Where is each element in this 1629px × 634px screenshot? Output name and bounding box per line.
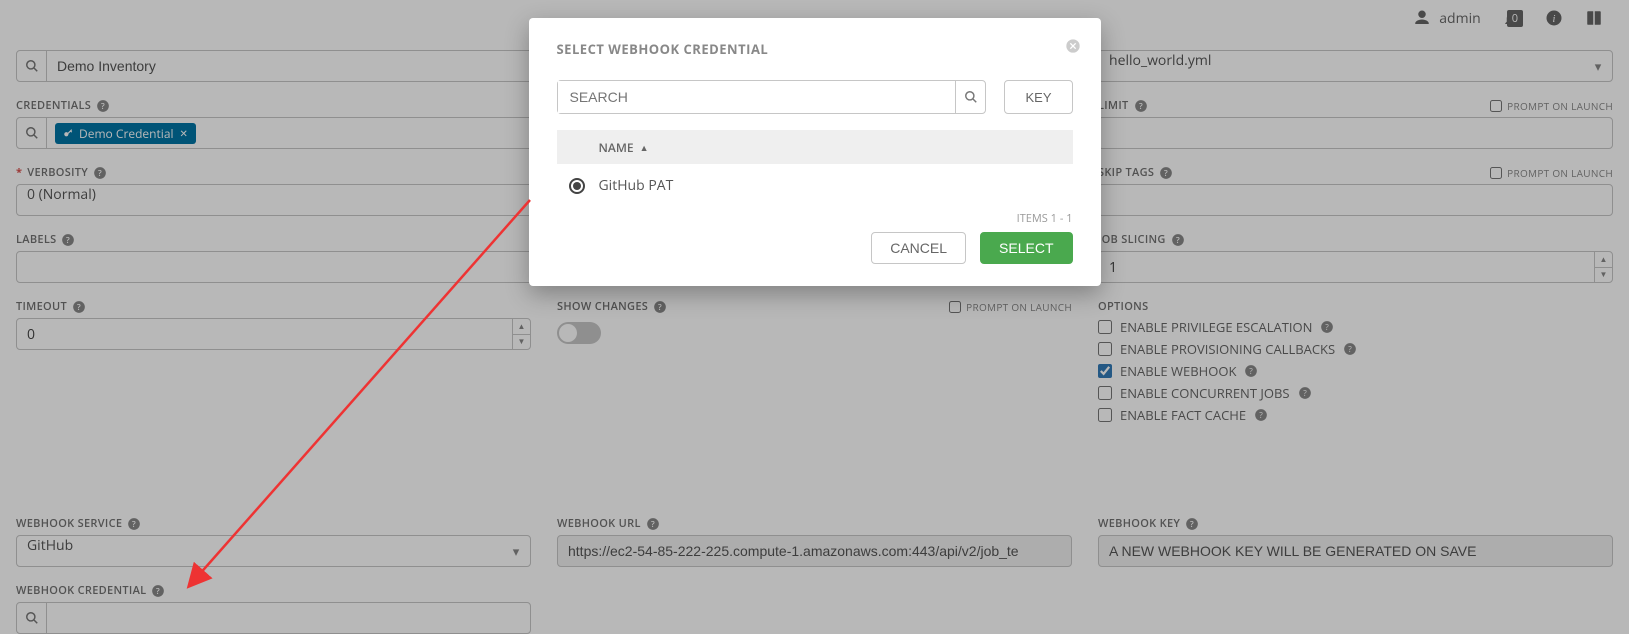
close-icon	[1065, 38, 1081, 54]
modal-table-header[interactable]: NAME ▲	[557, 130, 1073, 164]
modal-search-button[interactable]	[955, 81, 985, 113]
modal-close-button[interactable]	[1065, 38, 1081, 54]
credential-name: GitHub PAT	[599, 176, 674, 195]
modal-title: SELECT WEBHOOK CREDENTIAL	[557, 40, 1073, 58]
modal-search-input[interactable]	[558, 81, 956, 113]
name-column-header: NAME	[599, 139, 634, 156]
radio-selected-icon[interactable]	[569, 178, 585, 194]
search-icon	[964, 90, 978, 104]
sort-asc-icon: ▲	[640, 141, 649, 154]
select-button[interactable]: SELECT	[980, 232, 1072, 264]
credential-row[interactable]: GitHub PAT	[557, 164, 1073, 207]
items-count: ITEMS 1 - 1	[557, 211, 1073, 226]
select-webhook-credential-modal: SELECT WEBHOOK CREDENTIAL KEY NAME ▲ Git…	[529, 18, 1101, 286]
modal-search[interactable]	[557, 80, 987, 114]
key-button[interactable]: KEY	[1004, 80, 1072, 114]
cancel-button[interactable]: CANCEL	[871, 232, 966, 264]
